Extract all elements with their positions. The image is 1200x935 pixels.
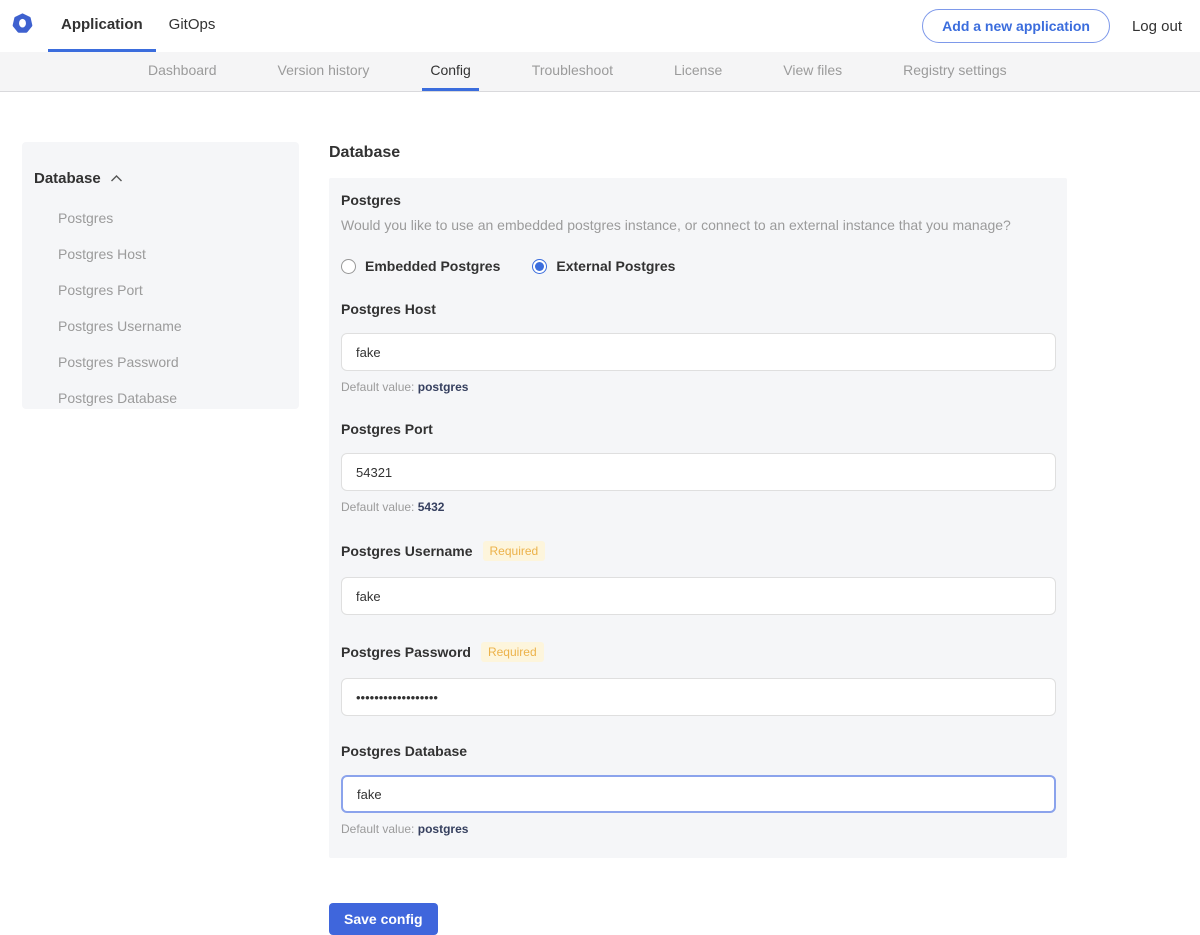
postgres-host-input[interactable] <box>341 333 1056 371</box>
save-config-button[interactable]: Save config <box>329 903 438 935</box>
postgres-port-default-hint: Default value: 5432 <box>341 500 1055 514</box>
add-application-button[interactable]: Add a new application <box>922 9 1110 43</box>
postgres-radio-group: Embedded Postgres External Postgres <box>341 258 1055 274</box>
top-tab-bar: Application GitOps <box>48 0 228 52</box>
radio-embedded-postgres[interactable]: Embedded Postgres <box>341 258 500 274</box>
radio-external-postgres[interactable]: External Postgres <box>532 258 675 274</box>
sidebar-item-postgres-username[interactable]: Postgres Username <box>34 308 289 344</box>
subnav-item-registry-settings[interactable]: Registry settings <box>895 52 1014 91</box>
config-sidebar: Database Postgres Postgres Host Postgres… <box>22 142 299 409</box>
tab-application-label: Application <box>61 16 143 33</box>
tab-application[interactable]: Application <box>48 0 156 52</box>
config-field-postgres-password: Postgres Password Required <box>341 642 1055 716</box>
radio-unselected-icon <box>341 259 356 274</box>
sidebar-item-postgres-host[interactable]: Postgres Host <box>34 236 289 272</box>
chevron-up-icon <box>110 170 123 187</box>
app-logo[interactable] <box>10 14 34 38</box>
radio-external-postgres-label: External Postgres <box>556 258 675 274</box>
postgres-port-input[interactable] <box>341 453 1056 491</box>
subnav-item-view-files[interactable]: View files <box>775 52 850 91</box>
postgres-username-input[interactable] <box>341 577 1056 615</box>
sidebar-item-list: Postgres Postgres Host Postgres Port Pos… <box>34 200 289 409</box>
postgres-database-default-hint: Default value: postgres <box>341 822 1055 836</box>
postgres-database-label: Postgres Database <box>341 743 467 759</box>
config-field-postgres-host: Postgres Host Default value: postgres <box>341 301 1055 394</box>
radio-embedded-postgres-label: Embedded Postgres <box>365 258 500 274</box>
kots-logo-icon <box>11 12 34 40</box>
postgres-database-input[interactable] <box>341 775 1056 813</box>
sidebar-item-postgres-database[interactable]: Postgres Database <box>34 380 289 409</box>
postgres-host-default-hint: Default value: postgres <box>341 380 1055 394</box>
tab-gitops-label: GitOps <box>169 16 216 33</box>
config-field-postgres-database: Postgres Database Default value: postgre… <box>341 743 1055 836</box>
subnav-item-dashboard[interactable]: Dashboard <box>140 52 225 91</box>
config-panel: Postgres Would you like to use an embedd… <box>329 178 1067 858</box>
required-badge: Required <box>483 541 546 561</box>
config-field-postgres-port: Postgres Port Default value: 5432 <box>341 421 1055 514</box>
postgres-password-label: Postgres Password <box>341 644 471 660</box>
postgres-host-label: Postgres Host <box>341 301 436 317</box>
postgres-password-input[interactable] <box>341 678 1056 716</box>
subnav-item-license[interactable]: License <box>666 52 730 91</box>
sidebar-item-postgres-password[interactable]: Postgres Password <box>34 344 289 380</box>
config-item-postgres: Postgres Would you like to use an embedd… <box>341 192 1055 274</box>
topnav-right: Add a new application Log out <box>922 9 1182 43</box>
sidebar-item-postgres[interactable]: Postgres <box>34 200 289 236</box>
radio-selected-icon <box>532 259 547 274</box>
config-main: Database Postgres Would you like to use … <box>329 142 1067 935</box>
sidebar-group-database[interactable]: Database <box>34 170 289 187</box>
subnav-item-config[interactable]: Config <box>422 52 478 91</box>
sidebar-item-postgres-port[interactable]: Postgres Port <box>34 272 289 308</box>
logout-button[interactable]: Log out <box>1132 18 1182 35</box>
postgres-port-label: Postgres Port <box>341 421 433 437</box>
required-badge: Required <box>481 642 544 662</box>
subnav-item-version-history[interactable]: Version history <box>270 52 378 91</box>
tab-gitops[interactable]: GitOps <box>156 0 229 52</box>
app-subnav: Dashboard Version history Config Trouble… <box>0 52 1200 92</box>
config-field-postgres-username: Postgres Username Required <box>341 541 1055 615</box>
top-nav: Application GitOps Add a new application… <box>0 0 1200 52</box>
sidebar-group-label: Database <box>34 170 101 187</box>
subnav-item-troubleshoot[interactable]: Troubleshoot <box>524 52 621 91</box>
section-title: Database <box>329 144 1067 162</box>
content-area: Database Postgres Postgres Host Postgres… <box>0 92 1200 935</box>
postgres-group-label: Postgres <box>341 192 1055 208</box>
postgres-username-label: Postgres Username <box>341 543 473 559</box>
postgres-help-text: Would you like to use an embedded postgr… <box>341 217 1055 233</box>
